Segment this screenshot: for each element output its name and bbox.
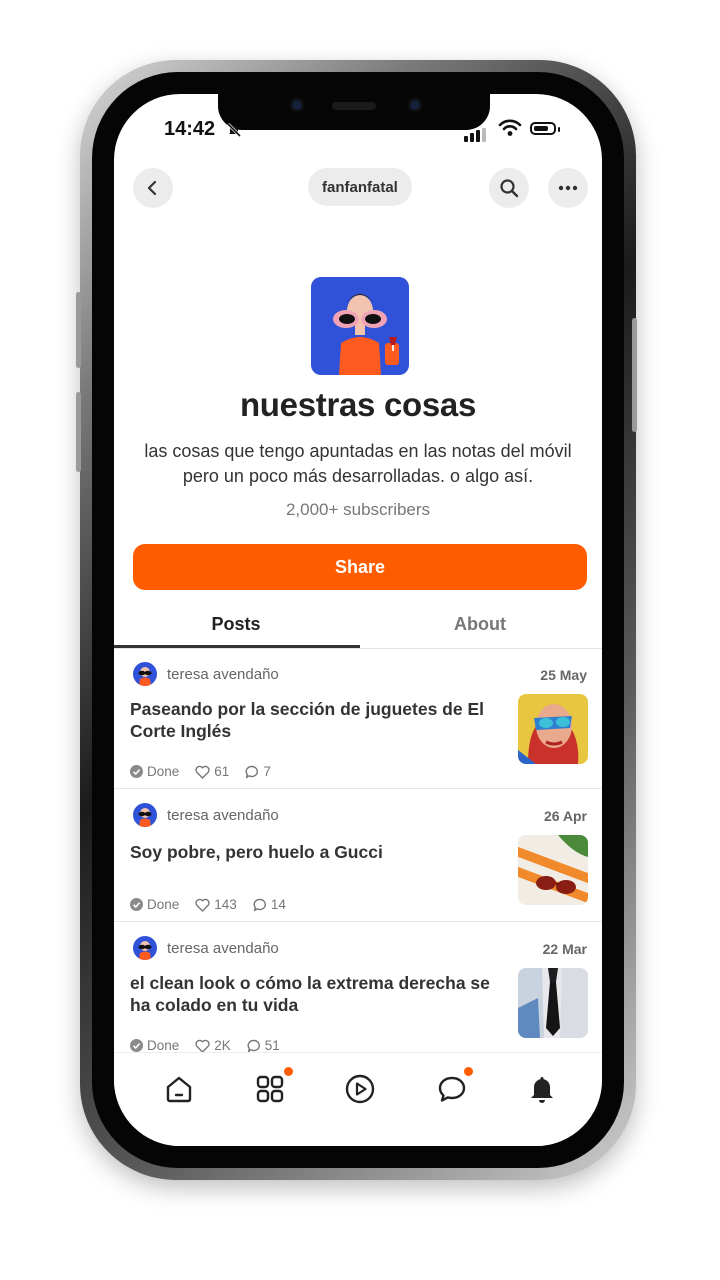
post-meta: Done 2K 51 (130, 1038, 290, 1053)
post-date: 22 Mar (542, 941, 587, 957)
post-date: 25 May (540, 667, 587, 683)
comment-icon (245, 765, 259, 778)
search-button[interactable] (489, 168, 529, 208)
author-avatar (133, 936, 157, 960)
sensor-icon (410, 100, 420, 110)
power-button (632, 318, 637, 432)
comment-count: 14 (270, 897, 286, 912)
comment-icon (253, 898, 266, 911)
heart-icon (195, 765, 210, 779)
mute-bell-icon (226, 122, 242, 138)
wifi-icon (498, 119, 522, 136)
home-icon (166, 1076, 192, 1103)
share-button[interactable]: Share (133, 544, 587, 590)
volume-up-button (76, 292, 81, 368)
speaker-grille (332, 102, 376, 110)
like-button[interactable]: 61 (195, 764, 229, 779)
post-title[interactable]: Soy pobre, pero huelo a Gucci (130, 841, 496, 863)
check-circle-icon (130, 765, 143, 778)
nav-explore[interactable] (250, 1067, 293, 1109)
notification-dot (284, 1067, 293, 1076)
check-circle-icon (130, 898, 143, 911)
post-meta: Done 61 7 (130, 764, 281, 779)
like-count: 2K (214, 1038, 231, 1053)
post-title[interactable]: el clean look o cómo la extrema derecha … (130, 972, 496, 1016)
chevron-left-icon (147, 180, 157, 196)
done-status: Done (130, 1038, 179, 1053)
battery-icon (530, 122, 556, 135)
tab-about[interactable]: About (358, 614, 602, 635)
chat-icon (438, 1076, 466, 1102)
like-count: 143 (214, 897, 237, 912)
post-thumbnail (518, 835, 588, 905)
publication-description: las cosas que tengo apuntadas en las not… (144, 441, 572, 486)
comment-button[interactable]: 51 (247, 1038, 280, 1053)
comment-count: 7 (263, 764, 271, 779)
status-time: 14:42 (164, 118, 216, 140)
author-avatar (133, 803, 157, 827)
signal-icon (464, 124, 488, 142)
post-divider (114, 788, 602, 789)
nav-notifications[interactable] (522, 1069, 562, 1109)
camera-icon (292, 100, 302, 110)
nav-home[interactable] (159, 1069, 199, 1109)
more-options-button[interactable] (548, 168, 588, 208)
post-item[interactable]: teresa avendaño 26 Apr Soy pobre, pero h… (114, 791, 602, 921)
publication-name-pill[interactable]: fanfanfatal (308, 168, 412, 206)
volume-down-button (76, 392, 81, 472)
play-icon (345, 1074, 375, 1104)
back-button[interactable] (133, 168, 173, 208)
heart-icon (195, 1039, 210, 1053)
post-item[interactable]: teresa avendaño 25 May Paseando por la s… (114, 650, 602, 788)
comment-button[interactable]: 14 (253, 897, 286, 912)
more-horizontal-icon (558, 185, 578, 191)
like-button[interactable]: 143 (195, 897, 237, 912)
post-meta: Done 143 14 (130, 897, 296, 912)
notification-dot (464, 1067, 473, 1076)
publication-logo (311, 277, 409, 375)
battery-tip (558, 127, 560, 132)
post-author: teresa avendaño (167, 940, 279, 957)
post-date: 26 Apr (543, 808, 587, 824)
bell-icon (531, 1077, 553, 1103)
comment-icon (247, 1039, 260, 1052)
post-item[interactable]: teresa avendaño 22 Mar el clean look o c… (114, 924, 602, 1054)
status-label: Done (147, 1038, 180, 1053)
post-thumbnail (518, 968, 588, 1038)
check-circle-icon (130, 1039, 143, 1052)
post-divider (114, 921, 602, 922)
like-count: 61 (214, 764, 230, 779)
status-label: Done (147, 897, 180, 912)
done-status: Done (130, 764, 179, 779)
tab-posts[interactable]: Posts (114, 614, 358, 635)
status-bar: 14:42 (114, 118, 602, 144)
done-status: Done (130, 897, 179, 912)
app-screen: 14:42 fanfanfatal nuestras cosas las cos… (114, 94, 602, 1146)
post-author: teresa avendaño (167, 666, 279, 683)
post-author: teresa avendaño (167, 807, 279, 824)
status-label: Done (147, 764, 180, 779)
search-icon (500, 179, 519, 198)
subscriber-count: 2,000+ subscribers (285, 500, 431, 519)
nav-chat[interactable] (432, 1067, 473, 1109)
tab-divider (114, 648, 602, 649)
grid-icon (256, 1075, 284, 1103)
post-thumbnail (518, 694, 588, 764)
comment-button[interactable]: 7 (245, 764, 271, 779)
author-avatar (133, 662, 157, 686)
bottom-navigation (114, 1052, 602, 1146)
heart-icon (195, 898, 210, 912)
comment-count: 51 (264, 1038, 280, 1053)
nav-video[interactable] (340, 1069, 380, 1109)
publication-title: nuestras cosas (239, 386, 477, 423)
post-title[interactable]: Paseando por la sección de juguetes de E… (130, 698, 496, 742)
like-button[interactable]: 2K (195, 1038, 231, 1053)
